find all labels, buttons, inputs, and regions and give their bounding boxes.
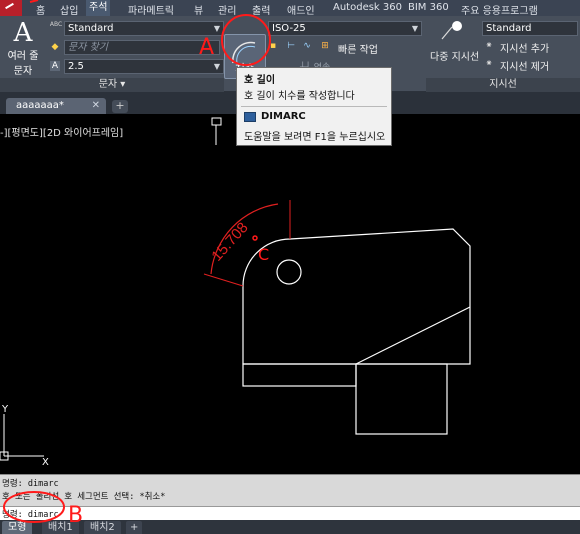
dimarc-tooltip: 호 길이 호 길이 치수를 작성합니다 DIMARC 도움말을 보려면 F1을 … <box>236 67 392 146</box>
dim-layer-icon[interactable]: ▪ <box>268 41 278 51</box>
application-menu-icon[interactable] <box>0 0 22 16</box>
add-layout-button[interactable]: + <box>126 521 143 534</box>
text-panel-footer[interactable]: 문자 ▾ <box>0 78 224 92</box>
command-line-input[interactable]: 명령: dimarc <box>0 506 580 520</box>
tooltip-title: 호 길이 <box>244 75 276 86</box>
multiline-label-1: 여러 줄 <box>7 51 39 62</box>
annotation-c: C <box>258 245 269 264</box>
text-height-value: 2.5 <box>68 61 84 72</box>
dimension-style-value: ISO-25 <box>272 23 306 34</box>
pickbox-cursor <box>211 117 222 126</box>
hole-circle <box>276 259 302 285</box>
tab-layout1[interactable]: 배치1 <box>42 521 79 534</box>
command-history: 명령: dimarc 호 또는 폴리선 호 세그먼트 선택: *취소* <box>0 474 580 506</box>
dim-linear-icon[interactable]: ⊢ <box>286 41 296 51</box>
find-text-icon: ◆ <box>51 42 59 52</box>
diagonal-line <box>355 306 471 365</box>
tab-view[interactable]: 뷰 <box>194 2 203 17</box>
text-height-combo[interactable]: 2.5 ▼ <box>64 59 224 74</box>
ribbon-tab-bar: 홈 삽입 주석 파라메트릭 뷰 관리 출력 애드인 Autodesk 360 B… <box>0 0 580 17</box>
tooltip-description: 호 길이 치수를 작성합니다 <box>244 91 355 102</box>
multiline-label-2: 문자 <box>13 66 33 77</box>
tab-home[interactable]: 홈 <box>36 2 45 17</box>
quick-dim-label[interactable]: 빠른 작업 <box>338 41 378 56</box>
tab-parametric[interactable]: 파라메트릭 <box>128 2 174 17</box>
dimension-style-combo[interactable]: ISO-25 ▼ <box>268 21 422 36</box>
tooltip-help: 도움말을 보려면 F1을 누르십시오 <box>244 132 386 143</box>
drawing-canvas: 15.708 C Y X <box>0 117 471 468</box>
leader-style-combo[interactable]: Standard <box>482 21 578 36</box>
leader-panel-footer[interactable]: 지시선 <box>426 78 580 92</box>
remove-leader-label[interactable]: 지시선 제거 <box>500 58 549 73</box>
lower-left-block <box>242 363 357 387</box>
tab-model[interactable]: 모형 <box>2 521 33 534</box>
tooltip-command: DIMARC <box>261 111 306 122</box>
tab-layout2[interactable]: 배치2 <box>84 521 121 534</box>
tab-addins[interactable]: 애드인 <box>287 2 315 17</box>
part-outline <box>242 228 471 365</box>
chevron-down-icon: ▼ <box>213 24 220 33</box>
remove-leader-icon[interactable]: ⁕ <box>484 59 494 69</box>
find-text-input[interactable]: 문자 찾기 <box>64 40 220 55</box>
add-leader-icon[interactable]: ⁕ <box>484 41 494 51</box>
drawing-viewport[interactable]: -][평면도][2D 와이어프레임] 15.708 C Y X <box>0 114 580 474</box>
multileader-icon[interactable] <box>438 19 464 41</box>
file-tab-label: aaaaaaa* <box>16 100 64 111</box>
tooltip-divider <box>241 106 387 107</box>
chevron-down-icon: ▼ <box>411 24 418 33</box>
layout-tab-bar: 모형 배치1 배치2 + <box>0 520 580 534</box>
new-tab-button[interactable]: + <box>112 100 128 113</box>
text-style-combo[interactable]: Standard ▼ <box>64 21 224 36</box>
ucs-x-label: X <box>42 457 49 468</box>
tab-annotate[interactable]: 주석 <box>86 0 111 16</box>
tab-bim-360[interactable]: BIM 360 <box>408 2 449 13</box>
history-line-2: 호 또는 폴리선 호 세그먼트 선택: *취소* <box>2 492 166 502</box>
chevron-down-icon: ▼ <box>213 62 220 71</box>
multiline-text-button[interactable]: A 여러 줄 문자 <box>3 19 43 77</box>
multiline-text-icon: A <box>13 18 33 48</box>
quick-dim-icon[interactable]: ⊞ <box>320 41 330 51</box>
text-height-icon: A <box>50 61 60 71</box>
extension-line-1 <box>203 273 244 287</box>
tab-manage[interactable]: 관리 <box>218 2 236 17</box>
file-tab-active[interactable]: aaaaaaa* ✕ <box>6 98 106 114</box>
find-text-placeholder: 문자 찾기 <box>68 42 108 53</box>
add-leader-label[interactable]: 지시선 추가 <box>500 40 549 55</box>
leader-style-value: Standard <box>486 23 532 34</box>
multileader-label[interactable]: 다중 지시선 <box>430 48 479 63</box>
history-line-1: 명령: dimarc <box>2 479 59 489</box>
command-line-text: 명령: dimarc <box>2 510 59 520</box>
lower-right-block <box>355 363 448 435</box>
text-style-icon: ABC <box>49 21 63 28</box>
tab-featured-apps[interactable]: 주요 응용프로그램 <box>461 2 538 17</box>
dimarc-command-icon <box>244 112 256 122</box>
close-icon[interactable]: ✕ <box>92 98 100 114</box>
tab-autodesk-360[interactable]: Autodesk 360 <box>333 2 402 13</box>
ucs-y-label: Y <box>1 404 9 415</box>
dim-angular-icon[interactable]: ∿ <box>302 41 312 51</box>
text-style-value: Standard <box>68 23 114 34</box>
arc-dimension-text: 15.708 <box>208 219 251 264</box>
tab-insert[interactable]: 삽입 <box>60 2 78 17</box>
tab-output[interactable]: 출력 <box>252 2 270 17</box>
